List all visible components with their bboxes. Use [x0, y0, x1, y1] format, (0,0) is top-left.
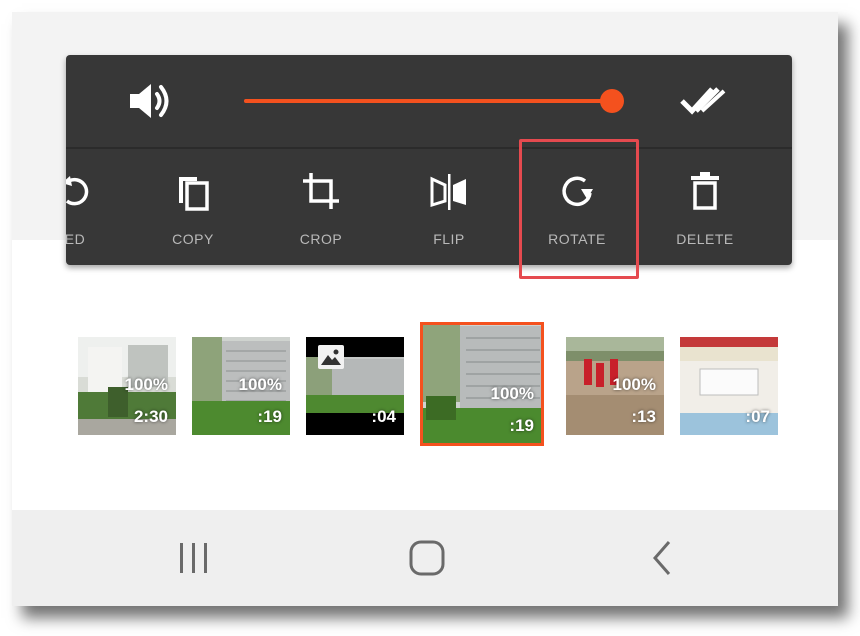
- clip-volume: 100%: [612, 375, 656, 394]
- clip-duration: :19: [509, 416, 534, 435]
- tool-label: COPY: [172, 231, 214, 247]
- image-icon: [318, 345, 344, 369]
- clip-thumbnail-4-selected[interactable]: 100% :19: [420, 322, 544, 446]
- clip-volume: 100%: [490, 384, 534, 403]
- tool-partial[interactable]: ED: [66, 149, 130, 265]
- clip-thumbnail-3[interactable]: :04: [306, 337, 404, 435]
- back-button[interactable]: [632, 536, 692, 580]
- home-icon: [409, 540, 445, 576]
- tool-label: FLIP: [433, 231, 465, 247]
- phone-screen: ED COPY CROP FLIP ROTATE DELETE 100% 2:3…: [12, 12, 838, 606]
- clip-duration: :19: [257, 407, 282, 426]
- rotate-left-icon: [66, 171, 95, 211]
- volume-slider-fill: [244, 99, 612, 103]
- crop-button[interactable]: CROP: [266, 149, 376, 265]
- copy-icon: [173, 171, 213, 211]
- clip-duration: 2:30: [133, 407, 168, 426]
- back-icon: [653, 541, 671, 575]
- volume-row: [66, 55, 792, 147]
- delete-icon: [685, 171, 725, 211]
- copy-button[interactable]: COPY: [138, 149, 248, 265]
- navigation-bar: [12, 510, 838, 606]
- clip-thumbnail-5[interactable]: 100% :13: [566, 337, 664, 435]
- flip-icon: [429, 171, 469, 211]
- tool-label: CROP: [299, 231, 343, 247]
- edit-panel: ED COPY CROP FLIP ROTATE DELETE: [66, 55, 792, 265]
- tools-row: ED COPY CROP FLIP ROTATE DELETE: [66, 149, 792, 265]
- home-button[interactable]: [397, 536, 457, 580]
- tool-label: DELETE: [676, 231, 734, 247]
- flip-button[interactable]: FLIP: [394, 149, 504, 265]
- delete-button[interactable]: DELETE: [650, 149, 760, 265]
- recents-button[interactable]: [164, 536, 224, 580]
- clip-duration: :13: [631, 407, 656, 426]
- clip-thumbnail-2[interactable]: 100% :19: [192, 337, 290, 435]
- clip-thumbnail-1[interactable]: 100% 2:30: [78, 337, 176, 435]
- recents-icon: [180, 543, 207, 573]
- volume-icon[interactable]: [124, 77, 176, 125]
- clip-volume: 100%: [238, 375, 282, 394]
- volume-slider-thumb[interactable]: [600, 89, 624, 113]
- tool-label: ED: [66, 231, 86, 247]
- clip-duration: :04: [371, 407, 396, 426]
- clip-volume: 100%: [124, 375, 168, 394]
- double-check-icon[interactable]: [678, 83, 730, 119]
- crop-icon: [301, 171, 341, 211]
- clip-thumbnail-6[interactable]: :07: [680, 337, 778, 435]
- rotate-highlight-box: [519, 139, 639, 279]
- volume-slider[interactable]: [244, 89, 624, 113]
- clip-duration: :07: [745, 407, 770, 426]
